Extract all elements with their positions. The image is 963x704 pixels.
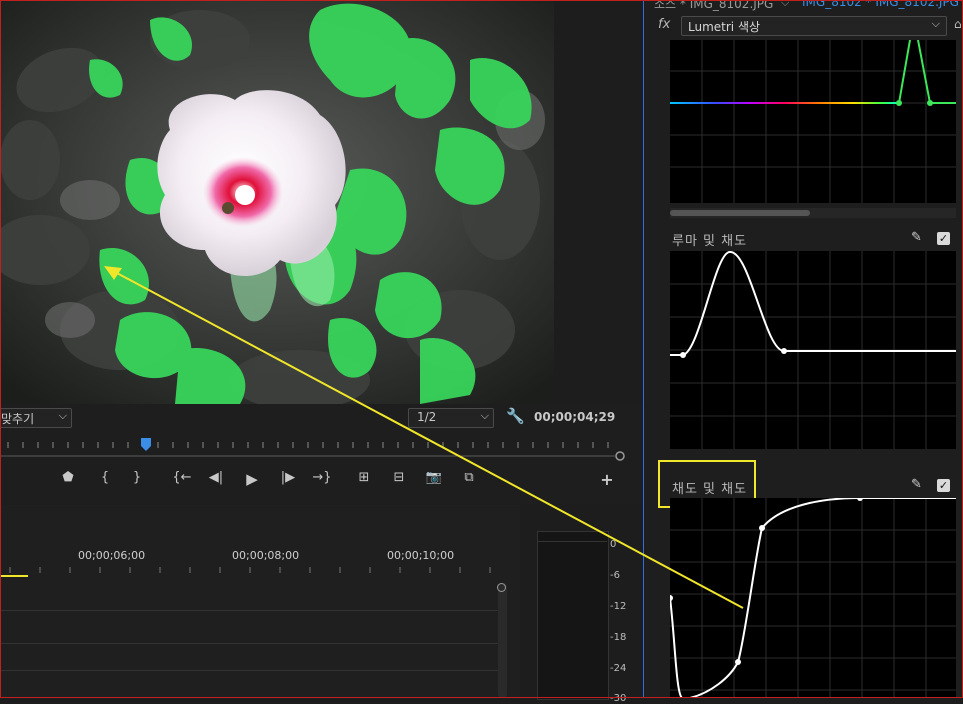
- fx-icon: fx: [658, 17, 671, 32]
- plus-icon[interactable]: +: [597, 470, 617, 489]
- comparison-view-icon[interactable]: ⧉: [459, 470, 479, 485]
- sat-vs-sat-label: 채도 및 채도: [672, 482, 748, 497]
- play-icon[interactable]: ▶: [242, 470, 262, 488]
- mark-out-icon[interactable]: }: [127, 470, 147, 485]
- sequence-tab[interactable]: IMG_8102 * IMG_8102.JPG: [802, 0, 959, 9]
- step-back-icon[interactable]: ◀|: [206, 470, 226, 485]
- track-divider: [0, 643, 505, 644]
- program-preview[interactable]: [0, 0, 554, 404]
- hue-curve-graph[interactable]: [670, 40, 956, 203]
- scrub-ruler[interactable]: [0, 434, 630, 464]
- extract-icon[interactable]: ⊟: [389, 470, 409, 485]
- timeline-scrollbar[interactable]: [498, 583, 507, 698]
- chevron-down-icon: ⌵: [480, 409, 489, 422]
- checkbox-icon[interactable]: ✓: [937, 479, 950, 492]
- scroll-thumb[interactable]: [670, 210, 810, 216]
- eyedropper-icon[interactable]: ✎: [911, 477, 922, 492]
- go-to-out-icon[interactable]: →}: [312, 470, 332, 485]
- effect-dropdown[interactable]: Lumetri 색상 ⌵: [681, 16, 947, 36]
- resolution-dropdown[interactable]: 1/2 ⌵: [408, 408, 494, 428]
- go-to-in-icon[interactable]: {←: [172, 470, 192, 485]
- lift-icon[interactable]: ⊞: [354, 470, 374, 485]
- step-forward-icon[interactable]: |▶: [278, 470, 298, 485]
- marker-icon[interactable]: ⬟: [58, 470, 78, 485]
- db-label-6: -6: [610, 570, 620, 581]
- graph-scrollbar[interactable]: [670, 208, 956, 218]
- timecode: 00;00;04;29: [534, 410, 616, 424]
- timeline-ruler[interactable]: [0, 563, 520, 577]
- track-divider: [0, 670, 505, 671]
- eyedropper-icon[interactable]: ✎: [911, 230, 922, 245]
- db-label-24: -24: [610, 663, 627, 674]
- ruler-label-6s: 00;00;06;00: [78, 549, 146, 562]
- chevron-down-icon[interactable]: ⌵: [781, 0, 789, 10]
- pin-icon[interactable]: ⌂: [954, 17, 962, 31]
- playhead-marker[interactable]: [141, 438, 151, 451]
- chevron-down-icon: ⌵: [931, 17, 940, 30]
- luma-vs-sat-graph[interactable]: [670, 251, 956, 449]
- work-area-bar[interactable]: [0, 575, 28, 577]
- monitor-controls: 맞추기 ⌵ 1/2 ⌵ 🔧 00;00;04;29 ⬟ {} {← ◀| ▶ …: [0, 404, 642, 504]
- db-label-12: -12: [610, 601, 627, 612]
- audio-meter: 0 -6 -12 -18 -24 -30: [522, 505, 642, 704]
- track-divider: [0, 610, 505, 611]
- transport-bar: ⬟ { } {← ◀| ▶ |▶ →} ⊞ ⊟ 📷 ⧉ +: [0, 470, 642, 492]
- lumetri-panel: 소스 * IMG_8102.JPG ⌵ IMG_8102 * IMG_8102.…: [643, 0, 963, 698]
- effect-name: Lumetri 색상: [688, 20, 761, 34]
- ruler-label-10s: 00;00;10;00: [387, 549, 455, 562]
- timeline-panel[interactable]: 00;00;06;00 00;00;08;00 00;00;10;00: [0, 505, 520, 698]
- wrench-icon[interactable]: 🔧: [506, 407, 525, 425]
- camera-icon[interactable]: 📷: [424, 470, 444, 485]
- resolution-label: 1/2: [417, 410, 437, 424]
- mark-in-icon[interactable]: {: [95, 470, 115, 485]
- checkbox-icon[interactable]: ✓: [937, 232, 950, 245]
- chevron-down-icon: ⌵: [58, 409, 67, 422]
- fit-label: 맞추기: [1, 412, 35, 426]
- ruler-label-8s: 00;00;08;00: [232, 549, 300, 562]
- preview-image: [0, 0, 554, 404]
- db-label-0: 0: [610, 539, 617, 550]
- meter-bar: [537, 531, 609, 700]
- luma-vs-sat-label: 루마 및 채도: [672, 234, 748, 249]
- fit-dropdown[interactable]: 맞추기 ⌵: [0, 408, 72, 428]
- db-label-30: -30: [610, 693, 627, 704]
- source-tab[interactable]: 소스 * IMG_8102.JPG: [654, 0, 773, 12]
- sat-vs-sat-graph[interactable]: [670, 498, 956, 698]
- scroll-handle[interactable]: [497, 583, 506, 592]
- db-label-18: -18: [610, 632, 627, 643]
